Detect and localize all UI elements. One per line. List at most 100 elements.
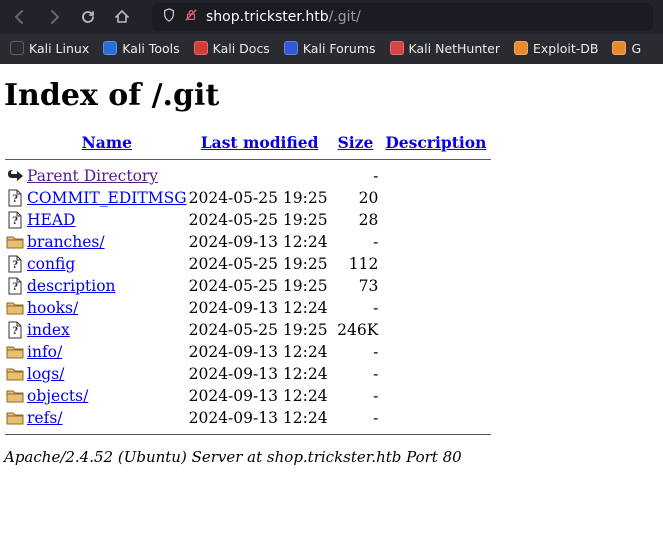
description-cell <box>379 407 492 429</box>
table-row: ?config2024-05-25 19:25112 <box>4 253 492 275</box>
size-cell: 112 <box>332 253 380 275</box>
file-link[interactable]: COMMIT_EDITMSG <box>27 189 187 207</box>
bookmark-label: Kali Docs <box>213 41 270 56</box>
bookmark-item[interactable]: Kali Forums <box>284 41 376 56</box>
description-cell <box>379 275 492 297</box>
size-cell: - <box>332 385 380 407</box>
last-modified-cell: 2024-05-25 19:25 <box>188 319 332 341</box>
header-row: Name Last modified Size Description <box>4 131 492 154</box>
description-cell <box>379 209 492 231</box>
col-description: Description <box>379 131 492 154</box>
size-cell: 28 <box>332 209 380 231</box>
file-icon: ? <box>4 209 26 231</box>
table-row: branches/2024-09-13 12:24- <box>4 231 492 253</box>
sort-description-link[interactable]: Description <box>385 133 486 152</box>
file-link[interactable]: index <box>27 321 70 339</box>
insecure-lock-icon <box>184 8 198 26</box>
file-link[interactable]: HEAD <box>27 211 75 229</box>
bookmark-label: Kali Forums <box>303 41 376 56</box>
directory-listing: Name Last modified Size Description Pare… <box>4 131 492 440</box>
table-row: ?COMMIT_EDITMSG2024-05-25 19:2520 <box>4 187 492 209</box>
last-modified-cell: 2024-09-13 12:24 <box>188 363 332 385</box>
file-icon: ? <box>4 187 26 209</box>
size-cell: 73 <box>332 275 380 297</box>
table-row: ?description 2024-05-25 19:2573 <box>4 275 492 297</box>
file-link[interactable]: hooks/ <box>27 299 78 317</box>
bookmark-favicon <box>284 41 298 55</box>
folder-icon <box>4 363 26 385</box>
bookmark-item[interactable]: Kali Docs <box>194 41 270 56</box>
size-cell: - <box>332 341 380 363</box>
file-link[interactable]: info/ <box>27 343 62 361</box>
col-size: Size <box>332 131 380 154</box>
folder-icon <box>4 341 26 363</box>
sort-name-link[interactable]: Name <box>82 133 132 152</box>
page-title: Index of /.git <box>4 78 659 113</box>
file-link[interactable]: logs/ <box>27 365 64 383</box>
table-row: hooks/2024-09-13 12:24- <box>4 297 492 319</box>
svg-text:?: ? <box>12 216 18 227</box>
file-icon: ? <box>4 253 26 275</box>
forward-button[interactable] <box>44 7 64 27</box>
last-modified-cell: 2024-09-13 12:24 <box>188 341 332 363</box>
bookmark-label: Exploit-DB <box>533 41 598 56</box>
file-link[interactable]: description <box>27 277 116 295</box>
file-link[interactable]: refs/ <box>27 409 63 427</box>
file-icon: ? <box>4 275 26 297</box>
description-cell <box>379 341 492 363</box>
description-cell <box>379 319 492 341</box>
last-modified-cell: 2024-09-13 12:24 <box>188 407 332 429</box>
file-link[interactable]: branches/ <box>27 233 105 251</box>
bookmark-item[interactable]: Kali Tools <box>103 41 179 56</box>
folder-icon <box>4 231 26 253</box>
table-row: objects/2024-09-13 12:24- <box>4 385 492 407</box>
header-rule <box>5 159 491 160</box>
table-row: refs/2024-09-13 12:24- <box>4 407 492 429</box>
svg-text:?: ? <box>12 326 18 337</box>
last-modified-cell: 2024-05-25 19:25 <box>188 275 332 297</box>
server-signature: Apache/2.4.52 (Ubuntu) Server at shop.tr… <box>4 448 659 466</box>
back-button[interactable] <box>10 7 30 27</box>
reload-button[interactable] <box>78 7 98 27</box>
description-cell <box>379 187 492 209</box>
sort-size-link[interactable]: Size <box>338 133 374 152</box>
file-link[interactable]: objects/ <box>27 387 88 405</box>
footer-rule <box>5 434 491 435</box>
last-modified-cell: 2024-09-13 12:24 <box>188 385 332 407</box>
bookmark-label: G <box>631 41 641 56</box>
url-bar[interactable]: shop.trickster.htb/.git/ <box>152 3 653 31</box>
url-host: shop.trickster.htb <box>206 9 329 25</box>
last-modified-cell: 2024-09-13 12:24 <box>188 231 332 253</box>
home-button[interactable] <box>112 7 132 27</box>
description-cell <box>379 297 492 319</box>
folder-icon <box>4 297 26 319</box>
table-row: ?HEAD2024-05-25 19:2528 <box>4 209 492 231</box>
file-link[interactable]: config <box>27 255 75 273</box>
last-modified-cell: 2024-09-13 12:24 <box>188 297 332 319</box>
svg-text:?: ? <box>12 194 18 205</box>
description-cell <box>379 363 492 385</box>
size-cell: - <box>332 231 380 253</box>
shield-icon <box>162 8 176 26</box>
bookmark-item[interactable]: Exploit-DB <box>514 41 598 56</box>
col-last-modified: Last modified <box>188 131 332 154</box>
table-row: info/2024-09-13 12:24- <box>4 341 492 363</box>
url-path: /.git/ <box>329 9 361 25</box>
size-cell: - <box>332 297 380 319</box>
size-cell: 20 <box>332 187 380 209</box>
parent-directory-link[interactable]: Parent Directory <box>27 167 158 185</box>
description-cell <box>379 231 492 253</box>
sort-last-modified-link[interactable]: Last modified <box>201 133 319 152</box>
bookmark-favicon <box>194 41 208 55</box>
bookmark-item[interactable]: Kali Linux <box>10 41 89 56</box>
back-icon <box>4 165 26 187</box>
bookmark-item[interactable]: G <box>612 41 641 56</box>
bookmark-item[interactable]: Kali NetHunter <box>390 41 500 56</box>
col-name: Name <box>26 131 188 154</box>
bookmark-favicon <box>390 41 404 55</box>
bookmark-label: Kali Tools <box>122 41 179 56</box>
toolbar: shop.trickster.htb/.git/ <box>0 0 663 34</box>
description-cell <box>379 385 492 407</box>
bookmark-favicon <box>103 41 117 55</box>
bookmark-label: Kali Linux <box>29 41 89 56</box>
